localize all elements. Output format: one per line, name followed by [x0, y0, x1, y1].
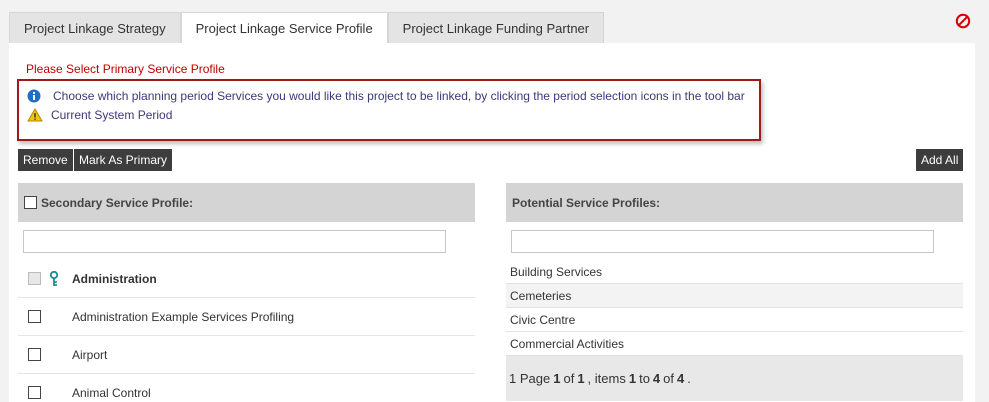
secondary-service-profile-grid: Secondary Service Profile: Administratio… [18, 183, 475, 402]
row-label: Airport [72, 347, 108, 362]
info-message-text: Choose which planning period Services yo… [53, 89, 745, 103]
tab-project-linkage-strategy[interactable]: Project Linkage Strategy [9, 12, 181, 43]
pager-to: 4 [652, 371, 661, 386]
pager-end: . [687, 371, 691, 386]
period-message: Current System Period [27, 108, 172, 122]
row-label: Administration Example Services Profilin… [72, 309, 295, 324]
list-item[interactable]: Civic Centre [506, 308, 963, 332]
row-checkbox[interactable] [28, 310, 41, 323]
pager: 1 Page 1 of 1 , items 1 to 4 of 4. [506, 356, 963, 401]
list-item[interactable]: Cemeteries [506, 284, 963, 308]
row-checkbox[interactable] [28, 348, 41, 361]
mark-as-primary-button[interactable]: Mark As Primary [74, 149, 173, 171]
period-message-text: Current System Period [51, 108, 173, 122]
secondary-filter-input[interactable] [23, 229, 446, 253]
tab-strip: Project Linkage Strategy Project Linkage… [9, 12, 605, 43]
potential-service-profiles-grid: Potential Service Profiles: Building Ser… [506, 183, 963, 401]
pager-of-word: of [563, 371, 575, 386]
secondary-grid-header: Secondary Service Profile: [18, 183, 475, 222]
add-all-button[interactable]: Add All [916, 149, 964, 171]
pager-to-word: to [639, 371, 650, 386]
select-all-checkbox[interactable] [24, 196, 37, 209]
secondary-filter-row [18, 222, 475, 260]
row-checkbox [28, 272, 41, 285]
list-item[interactable]: Building Services [506, 260, 963, 284]
row-label: Administration [72, 271, 157, 286]
message-box: Choose which planning period Services yo… [17, 79, 761, 141]
list-item[interactable]: Commercial Activities [506, 332, 963, 356]
info-message: Choose which planning period Services yo… [27, 89, 745, 103]
pager-of-word-2: of [663, 371, 674, 386]
list-item[interactable]: Animal Control [18, 374, 475, 402]
list-item[interactable]: Airport [18, 336, 475, 374]
potential-filter-row [506, 222, 963, 260]
list-item[interactable]: Administration [18, 260, 475, 298]
secondary-grid-title: Secondary Service Profile: [41, 195, 194, 210]
service-profile-panel: Please Select Primary Service Profile Ch… [9, 43, 975, 402]
list-item[interactable]: Administration Example Services Profilin… [18, 298, 475, 336]
pager-total-pages: 1 [577, 371, 585, 386]
close-icon[interactable] [955, 13, 971, 29]
warning-icon [27, 108, 43, 122]
pager-total-items: 4 [677, 371, 685, 386]
potential-filter-input[interactable] [511, 229, 934, 253]
pager-current-page: 1 [553, 371, 561, 386]
info-icon [27, 89, 41, 103]
potential-grid-title: Potential Service Profiles: [512, 195, 661, 210]
key-icon [49, 271, 59, 286]
tab-project-linkage-service-profile[interactable]: Project Linkage Service Profile [180, 12, 388, 43]
pager-items-word: , items [587, 371, 626, 386]
row-checkbox[interactable] [28, 386, 41, 399]
select-primary-warning: Please Select Primary Service Profile [26, 62, 225, 76]
tab-project-linkage-funding-partner[interactable]: Project Linkage Funding Partner [387, 12, 605, 43]
pager-page-icon[interactable]: 1 [509, 371, 516, 386]
potential-grid-header: Potential Service Profiles: [506, 183, 963, 222]
remove-button[interactable]: Remove [18, 149, 73, 171]
row-label: Animal Control [72, 385, 151, 400]
pager-page-word: Page [519, 371, 551, 386]
pager-from: 1 [628, 371, 637, 386]
